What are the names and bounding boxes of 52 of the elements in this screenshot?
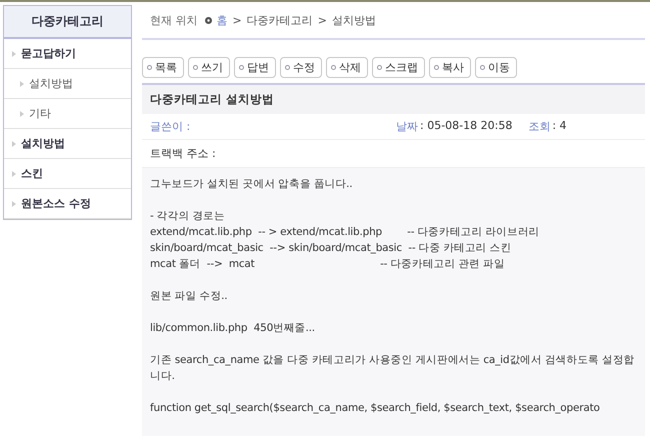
toolbar-button[interactable]: 쓰기 xyxy=(188,57,230,78)
toolbar-button[interactable]: 답변 xyxy=(234,57,276,78)
bullet-icon xyxy=(204,17,212,24)
arrow-icon xyxy=(20,110,24,116)
toolbar-button[interactable]: 삭제 xyxy=(326,57,368,78)
circle-icon xyxy=(434,65,439,70)
body-text: extend/mcat.lib.php -- > extend/mcat.lib.php -- 다중카테고리 라이브러리 xyxy=(150,225,540,240)
body-text: mcat 폴더 --> mcat -- 다중카테고리 관련 파일 xyxy=(150,257,506,272)
circle-icon xyxy=(193,65,198,70)
sidebar-title: 다중카테고리 xyxy=(4,6,131,39)
body-text: 기존 search_ca_name 값을 다중 카테고리가 사용중인 게시판에서는 ca_id값에서 검색하도록 설정합니다. xyxy=(150,353,636,384)
breadcrumb-separator: > xyxy=(318,14,327,27)
sidebar-item[interactable]: 원본소스 수정 xyxy=(4,189,131,219)
post-date: : 05-08-18 20:58 xyxy=(420,119,512,134)
circle-icon xyxy=(480,65,485,70)
arrow-icon xyxy=(12,200,16,206)
breadcrumb-separator: > xyxy=(232,14,242,27)
sidebar-item[interactable]: 묻고답하기 xyxy=(4,39,131,69)
arrow-icon xyxy=(20,80,24,86)
sidebar-item[interactable]: 설치방법 xyxy=(4,129,131,159)
breadcrumb-link[interactable]: 설치방법 xyxy=(332,13,376,28)
author-label: 글쓴이 : xyxy=(150,119,192,134)
views-label: 조회 xyxy=(528,119,550,134)
toolbar-button[interactable]: 스크랩 xyxy=(372,57,425,78)
breadcrumb-link[interactable]: 다중카테고리 xyxy=(246,13,313,28)
arrow-icon xyxy=(12,50,16,56)
sidebar-item[interactable]: 기타 xyxy=(4,99,131,129)
toolbar-button[interactable]: 목록 xyxy=(142,57,184,78)
toolbar-button[interactable]: 이동 xyxy=(475,57,517,78)
breadcrumb-label: 현재 위치 xyxy=(150,13,198,28)
circle-icon xyxy=(377,65,382,70)
arrow-icon xyxy=(12,140,16,146)
arrow-icon xyxy=(12,170,16,176)
sidebar-item[interactable]: 스킨 xyxy=(4,159,131,189)
body-text: function get_sql_search($search_ca_name, $search_field, $search_text, $search_operato xyxy=(150,401,601,416)
date-label: 날짜 xyxy=(396,119,418,134)
body-text: - 각각의 경로는 xyxy=(150,209,226,224)
toolbar-button[interactable]: 복사 xyxy=(429,57,471,78)
body-text: 원본 파일 수정.. xyxy=(150,289,228,304)
circle-icon xyxy=(147,65,152,70)
body-text: skin/board/mcat_basic --> skin/board/mcat_basic -- 다중 카테고리 스킨 xyxy=(150,241,512,256)
trackback-label: 트랙백 주소 : xyxy=(150,147,216,160)
circle-icon xyxy=(285,65,290,70)
post-title: 다중카테고리 설치방법 xyxy=(142,85,645,114)
sidebar-item[interactable]: 설치방법 xyxy=(4,69,131,99)
circle-icon xyxy=(239,65,244,70)
view-count: : 4 xyxy=(552,119,567,134)
breadcrumb-link[interactable]: 홈 xyxy=(216,13,228,28)
body-text: lib/common.lib.php 450번째줄... xyxy=(150,321,316,336)
body-text: 그누보드가 설치된 곳에서 압축을 풉니다.. xyxy=(150,177,354,192)
toolbar-button[interactable]: 수정 xyxy=(280,57,322,78)
circle-icon xyxy=(331,65,336,70)
